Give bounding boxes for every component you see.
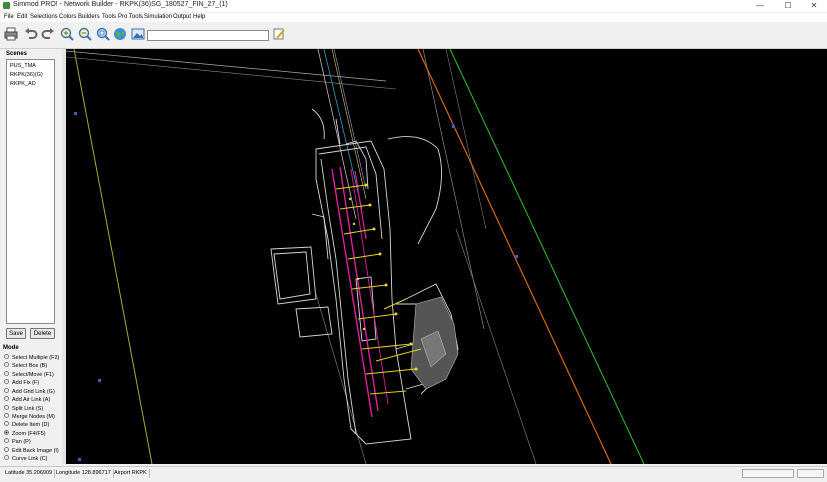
airport-outline (270, 108, 459, 445)
menu-colors[interactable]: Colors (59, 14, 76, 20)
menu-bar: File Edit Selections Colors Builders Too… (0, 13, 827, 22)
globe-icon[interactable] (113, 27, 127, 41)
radio-icon[interactable] (4, 354, 9, 360)
minimize-button[interactable]: — (747, 0, 773, 12)
airport-network-map[interactable] (66, 49, 827, 464)
taxi-nodes (348, 183, 418, 371)
redo-icon[interactable] (41, 27, 55, 41)
mode-zoom[interactable]: Zoom (F4/F5) (4, 430, 46, 439)
radio-icon[interactable] (4, 438, 9, 444)
mode-delete-item[interactable]: Delete Item (D) (4, 421, 49, 430)
mode-split-link[interactable]: Split Link (S) (4, 405, 43, 414)
close-button[interactable]: ✕ (801, 0, 827, 12)
mode-merge-nodes[interactable]: Merge Nodes (M) (4, 413, 55, 422)
toolbar (0, 22, 827, 49)
mode-curve-link[interactable]: Curve Link (C) (4, 455, 47, 464)
fix-markers (74, 112, 518, 461)
radio-icon[interactable] (4, 455, 9, 461)
route-line (455, 228, 537, 464)
maximize-button[interactable]: ☐ (775, 0, 801, 12)
menu-output[interactable]: Output (173, 14, 191, 20)
radio-icon[interactable] (4, 388, 9, 394)
mode-select-box[interactable]: Select Box (B) (4, 362, 47, 371)
approach-line (317, 49, 357, 220)
airport-readout: Airport RKPK (112, 469, 150, 478)
radio-icon[interactable] (4, 405, 9, 411)
approach-line (422, 49, 485, 330)
radio-icon[interactable] (4, 362, 9, 368)
scenes-label: Scenes (6, 51, 28, 57)
status-progress-box (742, 469, 794, 478)
route-line (315, 293, 367, 464)
menu-builders[interactable]: Builders (78, 14, 100, 20)
scene-item-rkpk-ad[interactable]: RKPK_AD (10, 81, 36, 87)
boundary-line (66, 56, 397, 90)
radio-icon[interactable] (4, 396, 9, 402)
mode-add-fix[interactable]: Add Fix (F) (4, 379, 39, 388)
toolbar-search-input[interactable] (147, 30, 269, 41)
menu-selections[interactable]: Selections (30, 14, 58, 20)
radio-selected-icon[interactable] (4, 430, 9, 436)
print-icon[interactable] (4, 27, 18, 41)
edit-icon[interactable] (272, 27, 286, 41)
scene-item-rkpk36g[interactable]: RKPK(36)(G) (10, 72, 43, 78)
radio-icon[interactable] (4, 413, 9, 419)
scenes-list[interactable]: PUS_TMA RKPK(36)(G) RKPK_AD (6, 59, 55, 324)
menu-tools[interactable]: Tools (102, 14, 116, 20)
status-bar: Latitude 35.206909 Longitude 128.896717 … (0, 466, 827, 482)
undo-icon[interactable] (24, 27, 38, 41)
zoom-fit-icon[interactable] (96, 27, 110, 41)
mode-add-air-link[interactable]: Add Air Link (A) (4, 396, 50, 405)
status-extra-box (797, 469, 824, 478)
window-title: Simmod PRO! - Network Builder - RKPK(36)… (13, 1, 228, 8)
mode-select-multiple[interactable]: Select Multiple (F2) (4, 354, 59, 363)
runway-line (331, 168, 373, 418)
image-icon[interactable] (131, 27, 145, 41)
radio-icon[interactable] (4, 371, 9, 377)
approach-line (445, 49, 487, 230)
radio-icon[interactable] (4, 421, 9, 427)
network-canvas[interactable] (66, 49, 827, 464)
menu-file[interactable]: File (4, 14, 14, 20)
green-route-line (449, 49, 645, 464)
airspace-line (73, 49, 153, 464)
zoom-out-icon[interactable] (78, 27, 92, 41)
title-bar: Simmod PRO! - Network Builder - RKPK(36)… (0, 0, 827, 12)
radio-icon[interactable] (4, 447, 9, 453)
radio-icon[interactable] (4, 379, 9, 385)
menu-pro-tools[interactable]: Pro Tools (118, 14, 143, 20)
latitude-readout: Latitude 35.206909 (3, 469, 56, 478)
zoom-in-icon[interactable] (60, 27, 74, 41)
longitude-readout: Longitude 128.896717 (54, 469, 114, 478)
mode-pan[interactable]: Pan (P) (4, 438, 31, 447)
menu-simulation[interactable]: Simulation (144, 14, 172, 20)
approach-line (333, 49, 367, 190)
mode-edit-back-image[interactable]: Edit Back Image (I) (4, 447, 59, 456)
scene-item-pus-tma[interactable]: PUS_TMA (10, 63, 36, 69)
menu-help[interactable]: Help (193, 14, 205, 20)
app-logo-icon (3, 2, 10, 9)
delete-button[interactable]: Delete (30, 328, 55, 339)
mode-select-move[interactable]: Select/Move (F1) (4, 371, 54, 380)
mode-add-grid-link[interactable]: Add Grid Link (G) (4, 388, 55, 397)
taxiway-connectors (335, 184, 422, 395)
menu-edit[interactable]: Edit (17, 14, 27, 20)
save-button[interactable]: Save (6, 328, 26, 339)
mode-label: Mode (3, 345, 19, 351)
